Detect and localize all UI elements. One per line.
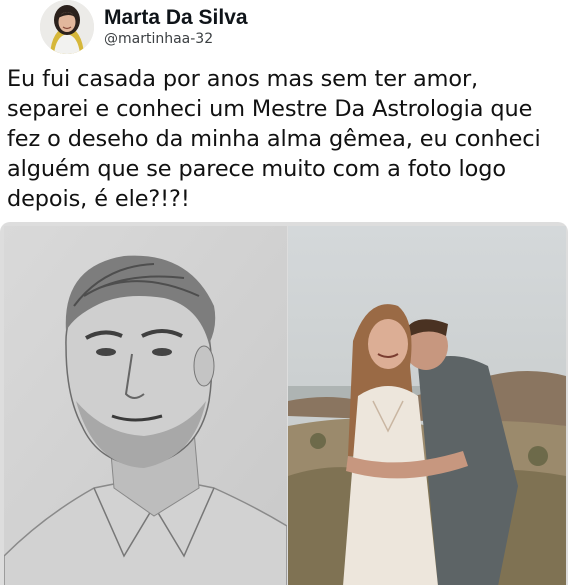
author-avatar[interactable] [40,0,94,54]
sketch-drawing [4,226,287,585]
sketch-image[interactable] [4,226,287,585]
tweet-text: Eu fui casada por anos mas sem ter amor,… [7,66,541,212]
couple-photo[interactable] [288,226,566,585]
tweet-header: Marta Da Silva @martinhaa-32 [38,0,558,58]
couple-photo-drawing [288,226,566,585]
author-name[interactable]: Marta Da Silva [104,6,248,30]
author-handle[interactable]: @martinhaa-32 [104,31,213,47]
tweet-media[interactable] [0,222,568,585]
avatar-photo [40,0,94,54]
